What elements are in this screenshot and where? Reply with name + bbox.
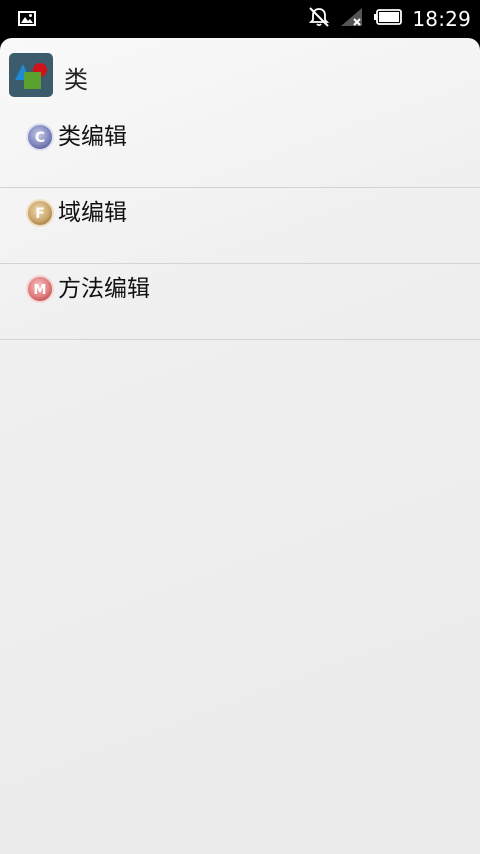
app-window: 类 C 类编辑 F 域编辑 M 方法编辑 xyxy=(0,38,480,854)
image-notification-icon xyxy=(18,11,36,30)
menu-list: C 类编辑 F 域编辑 M 方法编辑 xyxy=(0,112,480,340)
class-c-icon: C xyxy=(25,122,55,152)
svg-text:M: M xyxy=(34,283,47,298)
list-item-class-edit[interactable]: C 类编辑 xyxy=(0,112,480,188)
clock: 18:29 xyxy=(412,7,471,31)
action-bar: 类 xyxy=(0,38,480,112)
page-title: 类 xyxy=(64,66,88,94)
item-label: 域编辑 xyxy=(58,200,127,226)
bell-muted-icon xyxy=(308,6,330,32)
signal-no-service-icon xyxy=(340,7,364,31)
field-f-icon: F xyxy=(25,198,55,228)
method-m-icon: M xyxy=(25,274,55,304)
svg-text:F: F xyxy=(35,206,45,222)
item-label: 类编辑 xyxy=(58,124,127,150)
list-item-method-edit[interactable]: M 方法编辑 xyxy=(0,264,480,340)
list-item-field-edit[interactable]: F 域编辑 xyxy=(0,188,480,264)
battery-full-icon xyxy=(374,9,403,29)
status-bar: 18:29 xyxy=(0,0,480,38)
item-label: 方法编辑 xyxy=(58,276,150,302)
svg-text:C: C xyxy=(35,130,45,146)
shapes-app-icon[interactable] xyxy=(9,53,53,97)
